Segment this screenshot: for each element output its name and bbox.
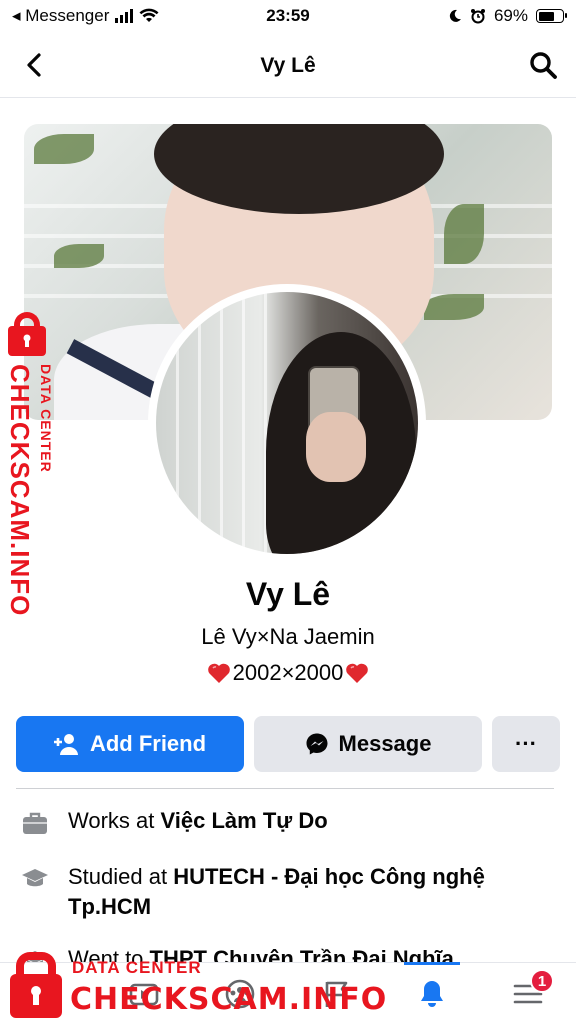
briefcase-icon [23,812,47,834]
battery-icon [536,9,567,23]
back-to-app-label[interactable]: ◂ Messenger [12,6,109,26]
intro-work-value: Việc Làm Tự Do [160,808,328,833]
divider [16,788,554,789]
intro-study[interactable]: Studied at HUTECH - Đại học Công nghệ Tp… [20,862,560,922]
graduation-cap-icon [22,869,48,887]
bell-icon [421,980,443,1007]
watermark-bottom-label: DATA CENTER [72,958,202,977]
watermark-side: CHECKSCAM.INFO DATA CENTER [4,312,58,616]
messenger-icon [306,733,328,755]
moon-icon [449,9,461,22]
bio-text: 2002×2000 [232,660,344,685]
chevron-left-icon[interactable] [20,50,50,80]
tab-menu[interactable]: 1 [480,963,576,1024]
watermark-side-brand: CHECKSCAM.INFO [5,364,35,617]
status-right: 69% [448,6,567,26]
message-button[interactable]: Message [254,716,482,772]
message-label: Message [338,731,432,756]
profile-actions: Add Friend Message ··· [16,716,560,772]
add-friend-label: Add Friend [89,731,207,756]
add-friend-button[interactable]: Add Friend [16,716,244,772]
status-left: ◂ Messenger [12,6,212,26]
profile-name: Vy Lê [245,576,331,612]
intro-work[interactable]: Works at Việc Làm Tự Do [20,806,560,838]
profile-bio: 2002×2000 [0,660,576,686]
more-options-button[interactable]: ··· [492,716,560,772]
tab-notifications[interactable] [384,962,480,1024]
page-title: Vy Lê [260,53,316,77]
heart-icon [207,663,230,683]
profile-picture[interactable] [148,284,426,562]
intro-work-prefix: Works at [68,808,161,833]
search-icon[interactable] [528,50,558,80]
wifi-icon [139,8,159,22]
profile-alternate-name: Lê Vy×Na Jaemin [201,624,375,649]
more-icon: ··· [515,731,537,756]
intro-study-prefix: Studied at [68,864,174,889]
battery-percent: 69% [493,6,528,25]
add-friend-icon [53,734,78,755]
menu-notification-badge: 1 [530,969,554,993]
lock-icon [31,986,41,1005]
lock-icon [23,334,31,347]
watermark-bottom-brand: CHECKSCAM.INFO [70,982,388,1017]
heart-icon [346,663,369,683]
watermark-bottom: DATA CENTER CHECKSCAM.INFO [8,952,386,1022]
profile-header: Vy Lê [0,34,576,98]
status-bar: ◂ Messenger 23:59 69% [0,0,576,32]
watermark-side-label: DATA CENTER [38,364,54,473]
signal-icon [115,9,134,23]
alarm-icon [470,9,485,24]
